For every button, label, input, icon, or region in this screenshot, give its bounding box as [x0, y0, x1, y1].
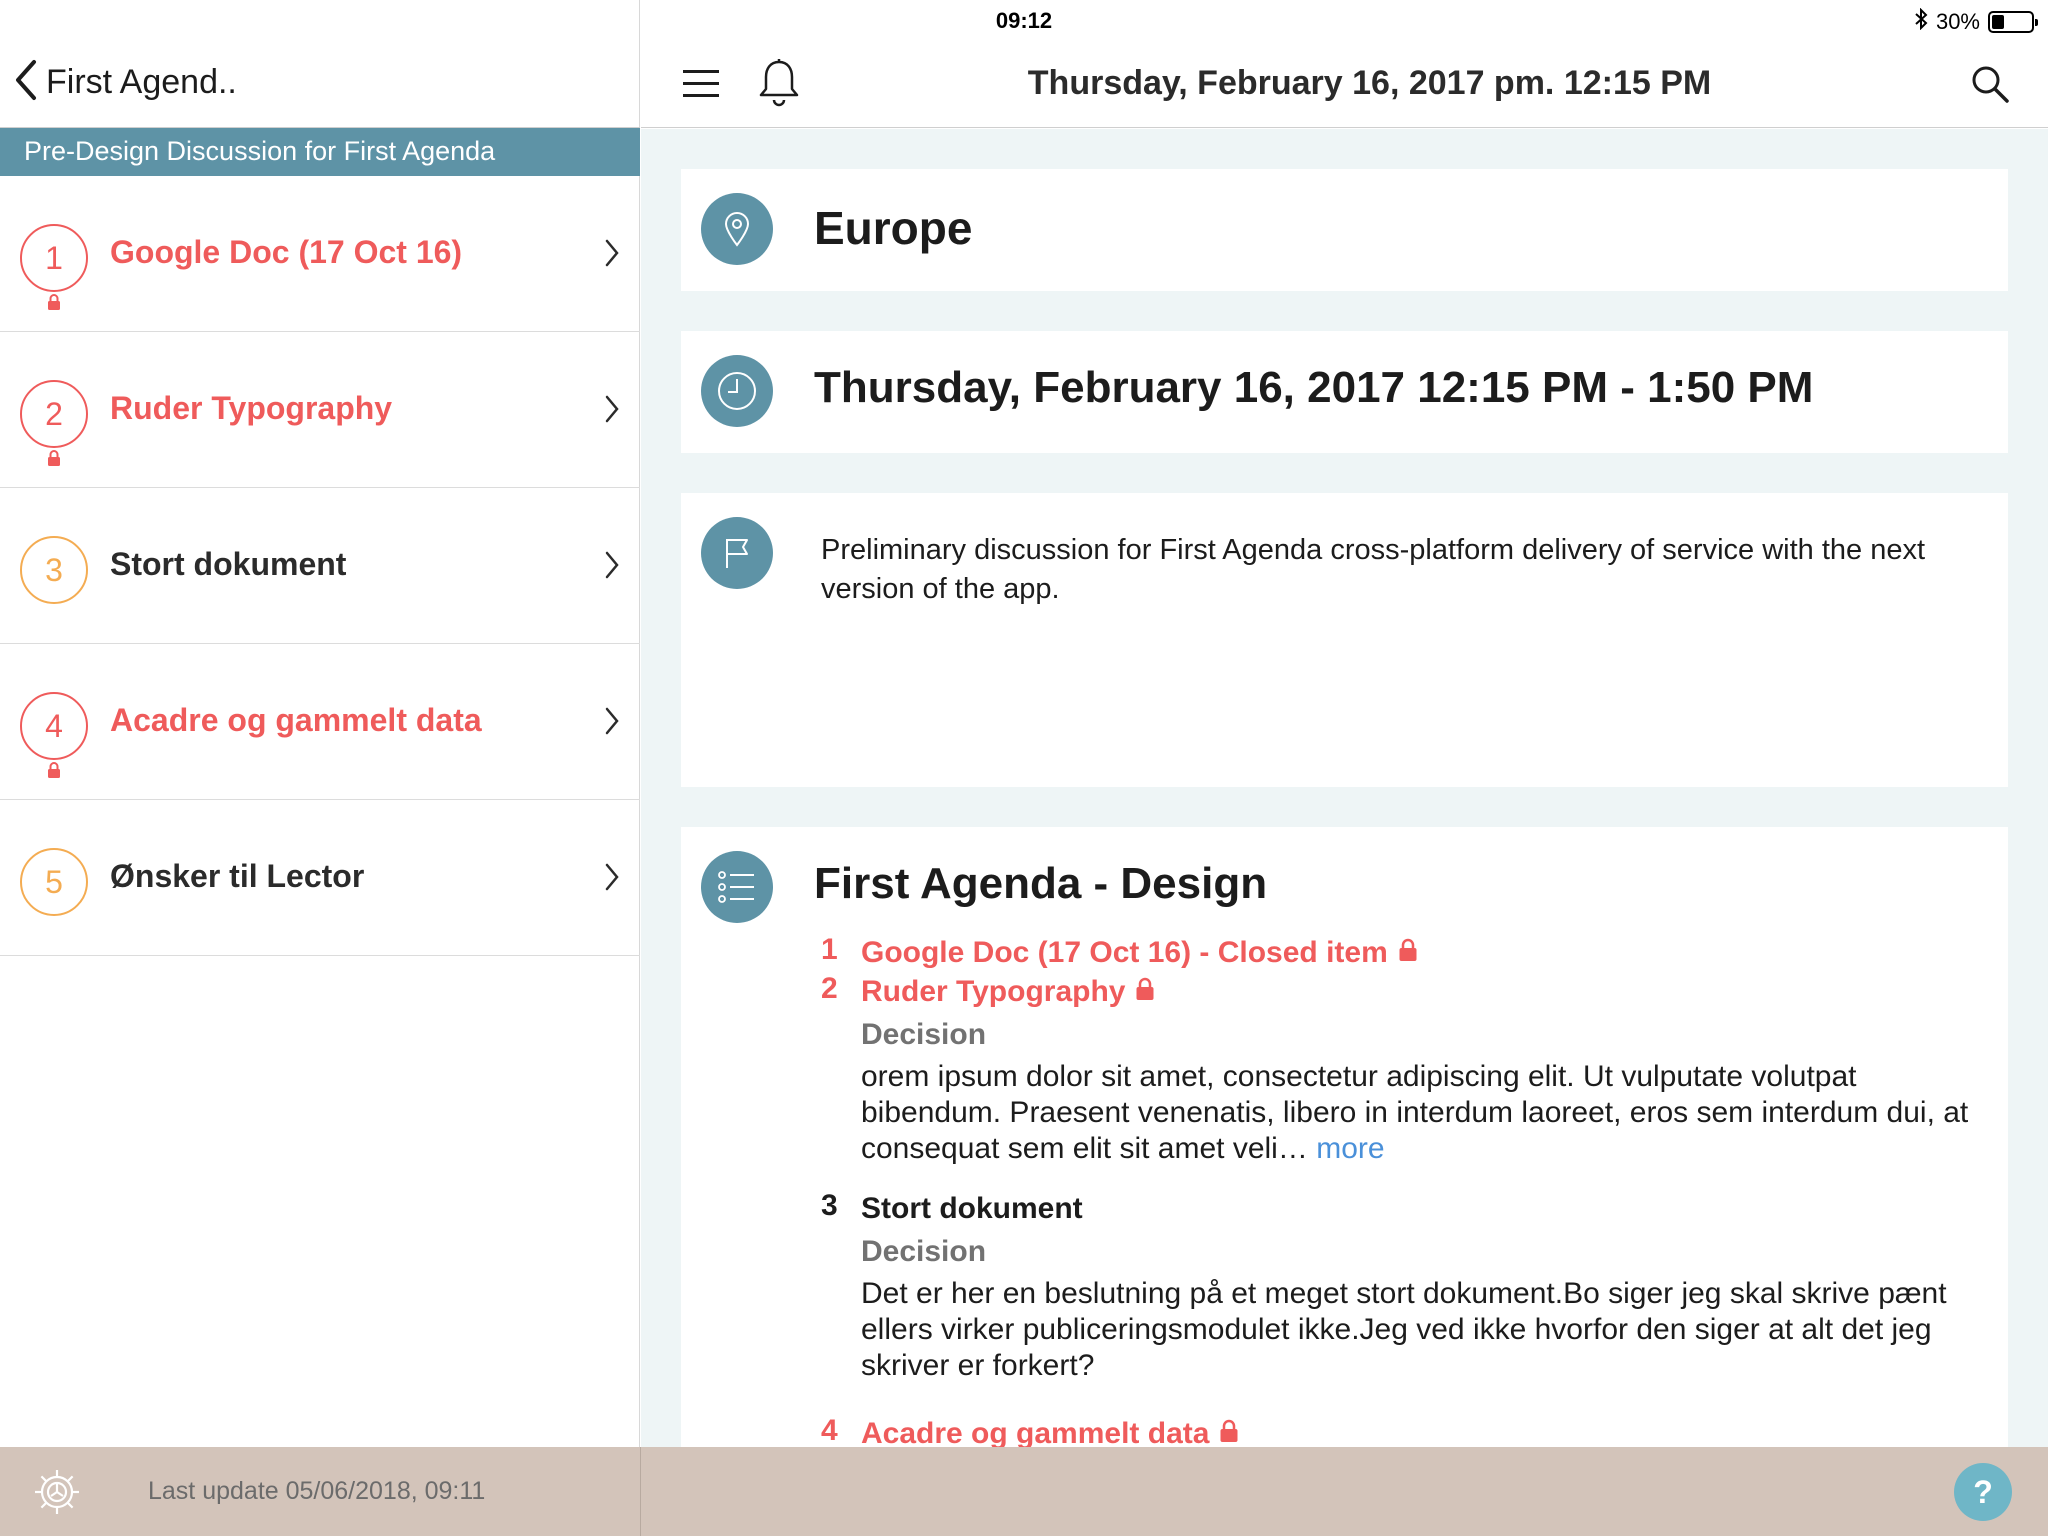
agenda-detail-number: 2: [821, 972, 838, 1005]
agenda-detail-list: 1 Google Doc (17 Oct 16) - Closed item 2…: [681, 933, 2008, 1447]
chevron-right-icon: [604, 550, 620, 585]
agenda-detail-title-row: Stort dokument: [861, 1189, 1083, 1228]
status-bar-right: 30%: [1914, 7, 2038, 36]
agenda-item-title: Ønsker til Lector: [110, 858, 365, 894]
left-nav-bar: First Agend..: [0, 40, 640, 128]
agenda-title: First Agenda - Design: [814, 859, 1268, 908]
agenda-detail-title: Stort dokument: [861, 1192, 1083, 1225]
lock-icon: [47, 762, 61, 783]
agenda-card: First Agenda - Design 1 Google Doc (17 O…: [681, 827, 2008, 1447]
battery-percent: 30%: [1935, 9, 1980, 34]
settings-gear-icon[interactable]: [32, 1467, 82, 1522]
agenda-detail-title: Google Doc (17 Oct 16) - Closed item: [861, 936, 1388, 969]
left-panel: First Agend.. Pre-Design Discussion for …: [0, 0, 640, 1536]
meeting-description: Preliminary discussion for First Agenda …: [821, 534, 1926, 605]
bottom-bar: Last update 05/06/2018, 09:11 ?: [0, 1447, 2048, 1536]
back-button-label: First Agend..: [46, 63, 237, 101]
agenda-detail-number: 3: [821, 1189, 838, 1222]
agenda-list-item[interactable]: 5 Ønsker til Lector: [0, 800, 640, 956]
agenda-detail-item[interactable]: 4 Acadre og gammelt data: [681, 1414, 2008, 1447]
agenda-list-item[interactable]: 1 Google Doc (17 Oct 16): [0, 176, 640, 332]
divider: [640, 1447, 641, 1536]
flag-icon: [701, 517, 773, 589]
agenda-detail-item[interactable]: 2 Ruder Typography Decision orem ipsum d…: [681, 972, 2008, 1167]
agenda-detail-title-row: Acadre og gammelt data: [861, 1414, 1239, 1447]
list-icon: [701, 851, 773, 923]
chevron-right-icon: [604, 238, 620, 273]
page-title: Thursday, February 16, 2017 pm. 12:15 PM: [1027, 64, 1712, 102]
lock-icon: [1219, 1414, 1239, 1447]
agenda-item-title: Stort dokument: [110, 546, 347, 582]
agenda-detail-number: 4: [821, 1414, 838, 1447]
last-update-text: Last update 05/06/2018, 09:11: [148, 1477, 486, 1505]
agenda-detail-number: 1: [821, 933, 838, 966]
meeting-details[interactable]: Europe Thursday, February 16, 2017 12:15…: [641, 129, 2048, 1447]
search-icon[interactable]: [1970, 64, 2010, 109]
back-button[interactable]: First Agend..: [14, 58, 237, 107]
decision-label: Decision: [861, 1235, 987, 1268]
time-card: Thursday, February 16, 2017 12:15 PM - 1…: [681, 331, 2008, 453]
right-nav-bar: Thursday, February 16, 2017 pm. 12:15 PM: [641, 40, 2048, 128]
lock-icon: [1135, 972, 1155, 1011]
help-icon[interactable]: ?: [1954, 1463, 2012, 1521]
agenda-item-title: Acadre og gammelt data: [110, 702, 482, 738]
decision-text: Det er her en beslutning på et meget sto…: [861, 1277, 1947, 1382]
clock-icon: [701, 355, 773, 427]
chevron-right-icon: [604, 862, 620, 897]
lock-icon: [1398, 933, 1418, 972]
agenda-item-title: Ruder Typography: [110, 390, 393, 426]
menu-icon[interactable]: [681, 68, 721, 105]
decision-label: Decision: [861, 1018, 987, 1051]
agenda-detail-title: Acadre og gammelt data: [861, 1417, 1210, 1447]
location-card: Europe: [681, 169, 2008, 291]
bluetooth-icon: [1914, 7, 1928, 36]
decision-text-body: orem ipsum dolor sit amet, consectetur a…: [861, 1060, 1969, 1165]
battery-icon: [1988, 11, 2038, 33]
lock-icon: [47, 294, 61, 315]
agenda-list-item[interactable]: 4 Acadre og gammelt data: [0, 644, 640, 800]
agenda-detail-item[interactable]: 1 Google Doc (17 Oct 16) - Closed item: [681, 933, 2008, 972]
agenda-detail-title: Ruder Typography: [861, 975, 1126, 1008]
agenda-detail-title-row: Google Doc (17 Oct 16) - Closed item: [861, 933, 1418, 972]
meeting-time-range: Thursday, February 16, 2017 12:15 PM - 1…: [814, 363, 1814, 412]
lock-icon: [47, 450, 61, 471]
agenda-list-item[interactable]: 3 Stort dokument: [0, 488, 640, 644]
item-number-badge: 1: [20, 224, 88, 292]
chevron-right-icon: [604, 706, 620, 741]
location-pin-icon: [701, 193, 773, 265]
more-link[interactable]: more: [1316, 1132, 1384, 1165]
agenda-detail-title-row: Ruder Typography: [861, 972, 1155, 1011]
item-number-badge: 5: [20, 848, 88, 916]
agenda-list: 1 Google Doc (17 Oct 16) 2 Ruder Typogra…: [0, 176, 640, 956]
item-number-badge: 4: [20, 692, 88, 760]
agenda-list-item[interactable]: 2 Ruder Typography: [0, 332, 640, 488]
chevron-right-icon: [604, 394, 620, 429]
item-number-badge: 3: [20, 536, 88, 604]
bell-icon[interactable]: [757, 58, 801, 113]
back-chevron-icon: [14, 58, 38, 107]
meeting-title-banner: Pre-Design Discussion for First Agenda: [0, 128, 640, 176]
decision-text: orem ipsum dolor sit amet, consectetur a…: [861, 1059, 1981, 1167]
meeting-location: Europe: [814, 202, 973, 254]
description-card: Preliminary discussion for First Agenda …: [681, 493, 2008, 787]
agenda-detail-item[interactable]: 3 Stort dokument Decision Det er her en …: [681, 1189, 2008, 1384]
agenda-item-title: Google Doc (17 Oct 16): [110, 234, 463, 270]
item-number-badge: 2: [20, 380, 88, 448]
